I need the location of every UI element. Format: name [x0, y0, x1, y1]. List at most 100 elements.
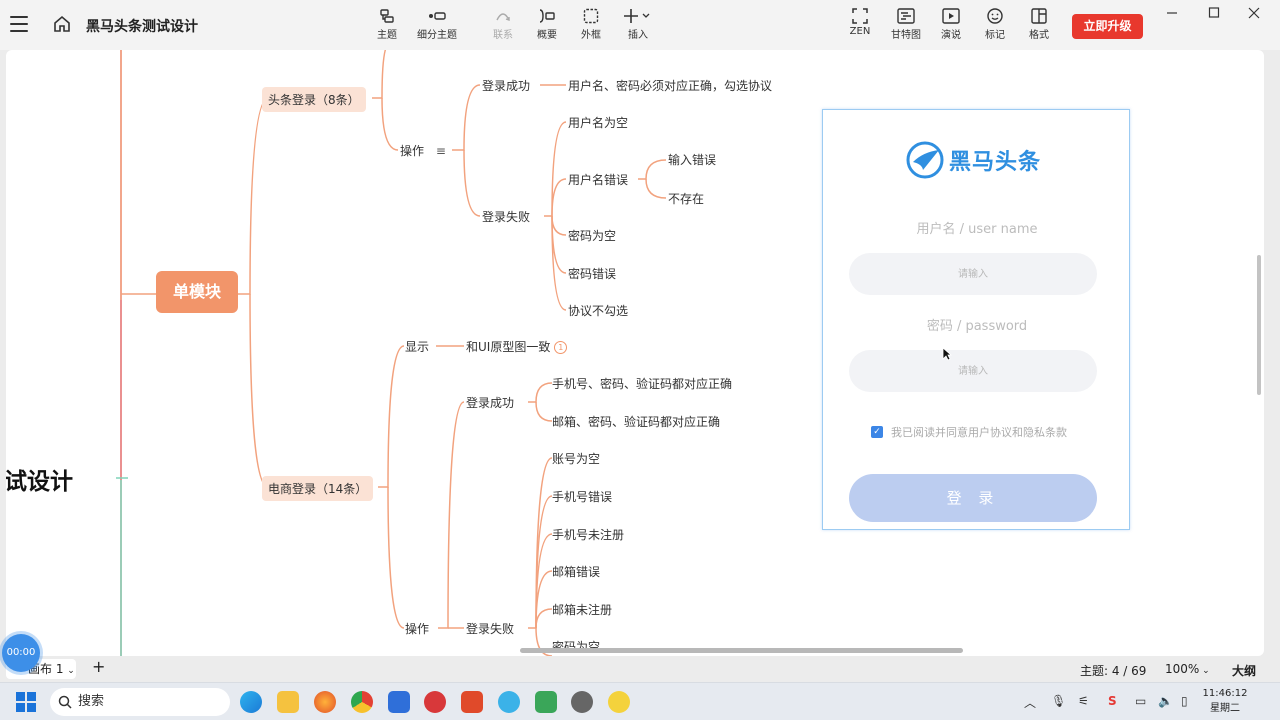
format-icon — [1031, 8, 1047, 24]
login-card-image[interactable]: 黑马头条 用户名 / user name 密码 / password ✓ 我已阅… — [822, 109, 1130, 530]
boundary-icon — [583, 8, 599, 24]
password-input[interactable] — [849, 350, 1097, 392]
brand-name: 黑马头条 — [949, 150, 1042, 175]
boundary-button[interactable]: 外框 — [565, 8, 617, 41]
zoom-selector[interactable]: 100% ⌄ — [1165, 662, 1210, 676]
root-topic-single-module[interactable]: 单模块 — [156, 271, 238, 313]
topic-branch1-fail[interactable]: 登录失败 — [482, 208, 530, 225]
file-explorer-icon[interactable] — [277, 691, 299, 713]
topic-phone-all-correct[interactable]: 手机号、密码、验证码都对应正确 — [552, 375, 732, 392]
topic-branch2-fail[interactable]: 登录失败 — [466, 620, 514, 637]
xmind-icon[interactable] — [461, 691, 483, 713]
minimize-icon[interactable] — [1162, 4, 1182, 22]
relationship-label: 联系 — [493, 30, 513, 41]
subtopic-button[interactable]: 细分主题 — [411, 8, 463, 41]
gantt-label: 甘特图 — [891, 30, 921, 41]
volume-icon[interactable]: 🔈 — [1158, 694, 1173, 708]
chrome-icon[interactable] — [351, 691, 373, 713]
summary-icon — [539, 9, 555, 23]
horizontal-scrollbar[interactable] — [520, 648, 963, 653]
central-topic-partial[interactable]: 试设计 — [6, 462, 73, 496]
taskbar-search-label: 搜索 — [78, 694, 105, 709]
username-label: 用户名 / user name — [916, 222, 1038, 237]
topic-branch2-operation[interactable]: 操作 — [405, 620, 429, 637]
topic-icon — [380, 9, 394, 23]
topic-button[interactable]: 主题 — [361, 8, 413, 41]
topic-username-error[interactable]: 用户名错误 — [568, 171, 628, 188]
topic-branch1-success[interactable]: 登录成功 — [482, 77, 530, 94]
zen-icon — [852, 8, 868, 24]
format-button[interactable]: 格式 — [1013, 8, 1065, 41]
battery-icon[interactable]: ▯ — [1181, 694, 1188, 708]
home-icon[interactable] — [52, 14, 72, 34]
marker-icon — [987, 8, 1003, 24]
password-label: 密码 / password — [926, 319, 1028, 334]
chat-app-icon[interactable] — [498, 691, 520, 713]
agreement-checkbox[interactable]: ✓ — [871, 426, 883, 438]
insert-icon — [624, 9, 650, 23]
clock-app-icon[interactable] — [571, 691, 593, 713]
topic-not-exist[interactable]: 不存在 — [668, 190, 704, 207]
add-sheet-icon[interactable]: + — [92, 657, 105, 676]
format-label: 格式 — [1029, 30, 1049, 41]
topic-phone-error[interactable]: 手机号错误 — [552, 488, 612, 505]
topic-email-error[interactable]: 邮箱错误 — [552, 563, 600, 580]
clock-time: 11:46:12 — [1202, 688, 1248, 699]
hamburger-menu-icon[interactable] — [10, 16, 28, 32]
app-green-icon[interactable] — [535, 691, 557, 713]
zen-label: ZEN — [849, 26, 871, 37]
vertical-scrollbar[interactable] — [1257, 255, 1261, 395]
insert-button[interactable]: 插入 — [612, 8, 664, 41]
maximize-icon[interactable] — [1204, 4, 1224, 22]
boundary-label: 外框 — [581, 30, 601, 41]
sogou-icon[interactable]: S — [1108, 694, 1117, 708]
upgrade-button[interactable]: 立即升级 — [1072, 14, 1143, 39]
system-clock[interactable]: 11:46:12 星期二 — [1200, 686, 1250, 716]
firefox-icon[interactable] — [314, 691, 336, 713]
marker-label: 标记 — [985, 30, 1005, 41]
login-button[interactable]: 登 录 — [849, 474, 1097, 522]
relationship-icon — [496, 13, 510, 21]
topic-branch2-display[interactable]: 显示 — [405, 338, 429, 355]
topic-toutiao-login[interactable]: 头条登录（8条） — [262, 87, 366, 112]
topic-branch1-success-detail[interactable]: 用户名、密码必须对应正确，勾选协议 — [568, 77, 772, 94]
start-button-icon[interactable] — [16, 692, 36, 712]
username-input[interactable] — [849, 253, 1097, 295]
input-method-icon[interactable]: ⚟ — [1078, 694, 1089, 708]
topic-email-all-correct[interactable]: 邮箱、密码、验证码都对应正确 — [552, 413, 720, 430]
microphone-icon[interactable]: 🎙 — [1051, 694, 1066, 708]
topic-agreement-unchecked[interactable]: 协议不勾选 — [568, 302, 628, 319]
close-icon[interactable] — [1244, 4, 1264, 22]
topic-input-error[interactable]: 输入错误 — [668, 151, 716, 168]
topic-label: 主题 — [377, 30, 397, 41]
zoom-chevron-icon: ⌄ — [1199, 666, 1210, 676]
tray-overflow-icon[interactable]: ︿ — [1024, 694, 1036, 711]
topic-email-unregistered[interactable]: 邮箱未注册 — [552, 601, 612, 618]
topic-phone-unregistered[interactable]: 手机号未注册 — [552, 526, 624, 543]
edge-icon[interactable] — [240, 691, 262, 713]
summary-label: 概要 — [537, 30, 557, 41]
app-yellow-icon[interactable] — [608, 691, 630, 713]
topic-password-empty[interactable]: 密码为空 — [568, 227, 616, 244]
outline-button[interactable]: 大纲 — [1232, 662, 1256, 679]
topic-ecommerce-login[interactable]: 电商登录（14条） — [262, 476, 374, 501]
zen-button[interactable]: ZEN — [834, 8, 886, 37]
network-icon[interactable]: ▭ — [1135, 694, 1146, 708]
subtopic-label: 细分主题 — [417, 30, 457, 41]
taskbar-search[interactable]: 搜索 — [50, 688, 230, 716]
gantt-icon — [897, 8, 915, 24]
app-blue-icon[interactable] — [388, 691, 410, 713]
topic-password-error[interactable]: 密码错误 — [568, 265, 616, 282]
bird-logo-icon — [906, 141, 944, 179]
comment-badge[interactable]: 1 — [554, 341, 568, 354]
subtopic-icon — [429, 12, 446, 20]
topic-account-empty[interactable]: 账号为空 — [552, 450, 600, 467]
topic-branch1-operation[interactable]: 操作 ≡ — [400, 142, 446, 159]
topic-username-empty[interactable]: 用户名为空 — [568, 114, 628, 131]
app-red-icon[interactable] — [424, 691, 446, 713]
topic-branch2-display-detail[interactable]: 和UI原型图一致 1 — [466, 338, 568, 355]
topic-branch2-success[interactable]: 登录成功 — [466, 394, 514, 411]
recording-timer[interactable]: 00:00 — [2, 634, 40, 672]
pitch-icon — [942, 8, 960, 24]
mouse-cursor-icon — [942, 347, 952, 361]
